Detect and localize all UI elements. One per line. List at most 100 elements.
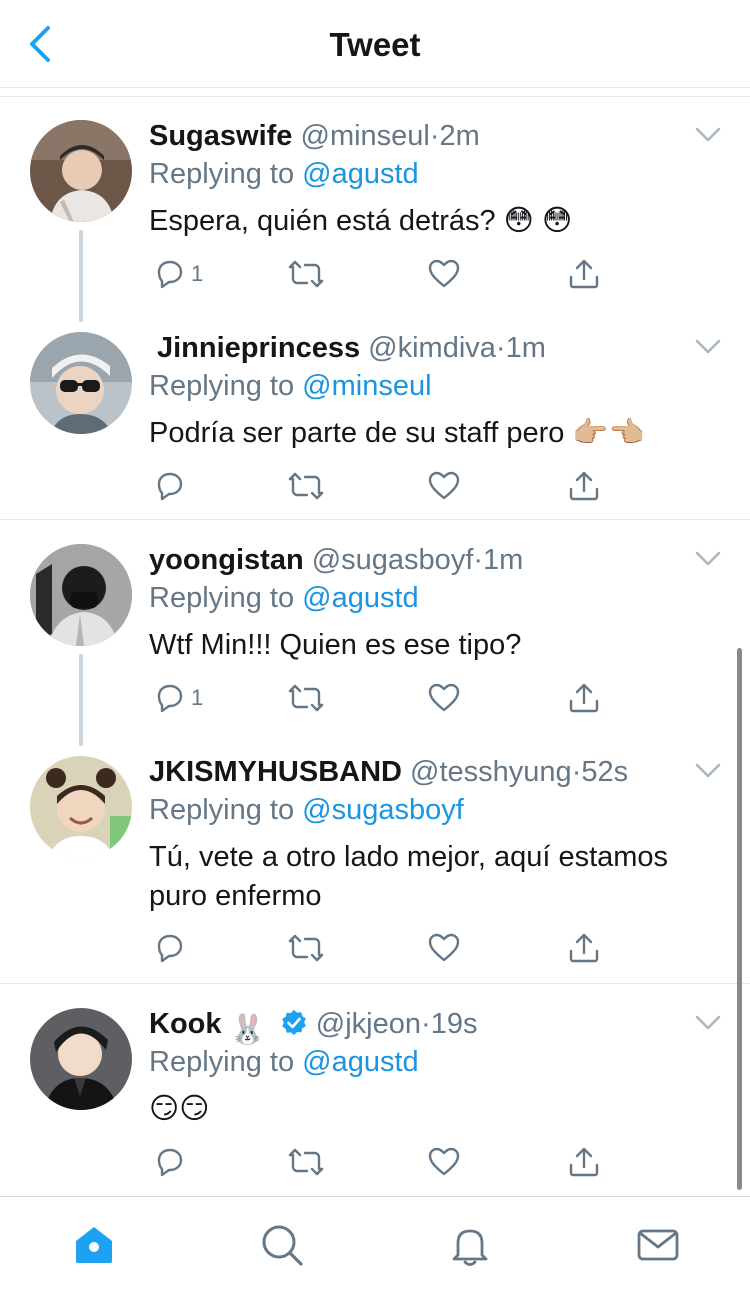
reply-icon (157, 472, 183, 501)
heart-icon (428, 933, 460, 962)
display-name[interactable]: Kook (149, 1008, 222, 1040)
username[interactable]: @jkjeon (316, 1008, 421, 1040)
avatar[interactable] (30, 544, 132, 646)
share-button[interactable] (567, 1142, 601, 1182)
reply-icon (157, 934, 183, 963)
share-icon (569, 471, 599, 501)
share-button[interactable] (567, 254, 601, 294)
retweet-icon (288, 684, 324, 712)
share-icon (569, 683, 599, 713)
dot-separator: · (571, 756, 582, 788)
reply-button[interactable] (153, 928, 191, 968)
divider (0, 519, 750, 520)
avatar[interactable] (30, 120, 132, 222)
reply-button[interactable]: 1 (153, 254, 203, 294)
reply-mention-link[interactable]: @agustd (302, 1046, 419, 1078)
username[interactable]: @sugasboyf (312, 544, 474, 576)
heart-icon (428, 1147, 460, 1176)
display-name[interactable]: Jinnieprincess (157, 332, 360, 364)
tab-messages[interactable] (634, 1221, 682, 1269)
retweet-button[interactable] (287, 466, 325, 506)
like-button[interactable] (427, 254, 461, 294)
username[interactable]: @minseul (301, 120, 430, 152)
reply-mention-link[interactable]: @agustd (302, 158, 419, 190)
tweet-actions: 1 (149, 678, 609, 718)
share-icon (569, 933, 599, 963)
reply-mention-link[interactable]: @sugasboyf (302, 794, 464, 826)
reply-button[interactable] (153, 466, 191, 506)
replying-to-label: Replying to (149, 582, 295, 614)
retweet-button[interactable] (287, 678, 325, 718)
chevron-down-icon[interactable] (694, 550, 722, 568)
tweet-header: Kook 🐰 @jkjeon·19s (149, 1006, 477, 1048)
name-emoji: 🐰 (229, 1014, 266, 1046)
chevron-down-icon[interactable] (694, 1014, 722, 1032)
timestamp[interactable]: 2m (440, 120, 480, 152)
thread-line (79, 230, 83, 322)
chevron-down-icon[interactable] (694, 338, 722, 356)
avatar[interactable] (30, 756, 132, 858)
tweet-actions (149, 1142, 609, 1182)
avatar[interactable] (30, 1008, 132, 1110)
reply-icon (157, 1148, 183, 1177)
timestamp[interactable]: 52s (581, 756, 628, 788)
chevron-down-icon[interactable] (694, 126, 722, 144)
tweet-header: Jinnieprincess @kimdiva·1m (157, 330, 546, 366)
tweet-actions: 1 (149, 254, 609, 294)
tab-notifications[interactable] (446, 1221, 494, 1269)
reply-count: 1 (191, 685, 204, 710)
divider (0, 96, 750, 97)
divider (0, 983, 750, 984)
retweet-button[interactable] (287, 1142, 325, 1182)
like-button[interactable] (427, 1142, 461, 1182)
notifications-icon (452, 1229, 488, 1266)
display-name[interactable]: yoongistan (149, 544, 304, 576)
reply-icon (157, 260, 183, 289)
avatar[interactable] (30, 332, 132, 434)
username[interactable]: @kimdiva (368, 332, 496, 364)
display-name[interactable]: JKISMYHUSBAND (149, 756, 402, 788)
replying-to-label: Replying to (149, 794, 295, 826)
reply-mention-link[interactable]: @minseul (302, 370, 431, 402)
replying-to: Replying to @agustd (149, 156, 419, 192)
reply-mention-link[interactable]: @agustd (302, 582, 419, 614)
retweet-icon (288, 934, 324, 962)
username[interactable]: @tesshyung (410, 756, 572, 788)
chevron-down-icon[interactable] (694, 762, 722, 780)
retweet-button[interactable] (287, 928, 325, 968)
dot-separator: · (473, 544, 484, 576)
verified-badge-icon (281, 1010, 306, 1035)
heart-icon (428, 259, 460, 288)
retweet-button[interactable] (287, 254, 325, 294)
share-button[interactable] (567, 678, 601, 718)
heart-icon (428, 683, 460, 712)
timestamp[interactable]: 1m (506, 332, 546, 364)
messages-icon (637, 1229, 679, 1261)
tweet-header: JKISMYHUSBAND @tesshyung·52s (149, 754, 628, 790)
share-button[interactable] (567, 466, 601, 506)
page-title: Tweet (329, 26, 421, 63)
share-button[interactable] (567, 928, 601, 968)
heart-icon (428, 471, 460, 500)
tweet-actions (149, 928, 609, 968)
scrollbar[interactable] (737, 648, 742, 1190)
tweet-header: yoongistan @sugasboyf·1m (149, 542, 523, 578)
tweet-actions (149, 466, 609, 506)
like-button[interactable] (427, 466, 461, 506)
timestamp[interactable]: 1m (483, 544, 523, 576)
reply-button[interactable] (153, 1142, 191, 1182)
replying-to: Replying to @agustd (149, 1044, 419, 1080)
replying-to-label: Replying to (149, 158, 295, 190)
share-icon (569, 1147, 599, 1177)
display-name[interactable]: Sugaswife (149, 120, 292, 152)
tab-home[interactable] (70, 1221, 118, 1269)
retweet-icon (288, 472, 324, 500)
like-button[interactable] (427, 678, 461, 718)
replying-to-label: Replying to (149, 1046, 295, 1078)
tab-search[interactable] (258, 1221, 306, 1269)
replying-to-label: Replying to (149, 370, 295, 402)
tweet-text: Espera, quién está detrás? 😳 😳 (149, 205, 573, 237)
reply-button[interactable]: 1 (153, 678, 203, 718)
like-button[interactable] (427, 928, 461, 968)
timestamp[interactable]: 19s (431, 1008, 478, 1040)
